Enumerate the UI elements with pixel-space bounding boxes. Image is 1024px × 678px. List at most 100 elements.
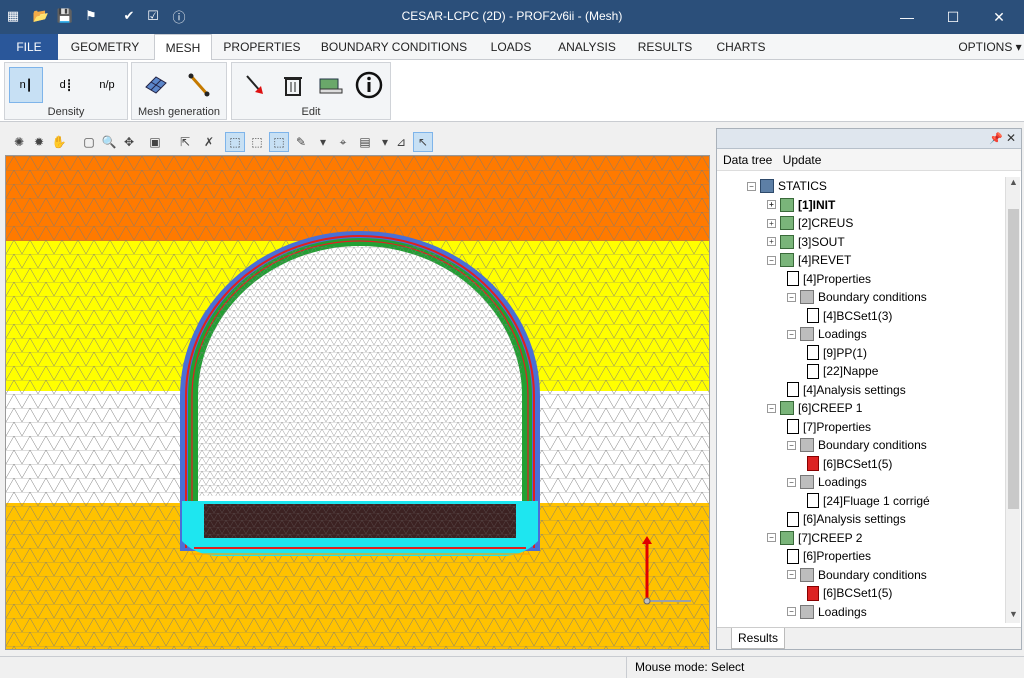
maximize-button[interactable]: ☐	[930, 4, 976, 30]
tree-node-label: [4]BCSet1(3)	[823, 308, 893, 323]
close-button[interactable]: ✕	[976, 4, 1022, 30]
light2-icon[interactable]: ✹	[29, 132, 49, 152]
tab-geometry[interactable]: GEOMETRY	[62, 34, 148, 60]
light-icon[interactable]: ✺	[9, 132, 29, 152]
minimize-button[interactable]: —	[884, 4, 930, 30]
tree-node[interactable]: − Loadings	[787, 325, 867, 343]
pan-icon[interactable]: ✥	[119, 132, 139, 152]
select3-icon[interactable]: ⬚	[269, 132, 289, 152]
pin-icon[interactable]: 📌	[989, 132, 1003, 145]
tree-node[interactable]: [4]Analysis settings	[787, 381, 906, 399]
tree-node[interactable]: − Boundary conditions	[787, 566, 927, 584]
tree-node[interactable]: + [3]SOUT	[767, 233, 845, 251]
tab-results-panel[interactable]: Results	[731, 628, 786, 649]
tab-mesh[interactable]: MESH	[154, 34, 212, 61]
tree-node[interactable]: − [4]REVET	[767, 251, 851, 269]
density-d-label: d	[59, 79, 66, 91]
hand-icon[interactable]: ✋	[49, 132, 69, 152]
data-tree-panel: 📌 ✕ Data tree Update − STATICS + [1]INIT + [2…	[716, 128, 1022, 650]
info-circle-icon[interactable]	[352, 67, 386, 103]
magic-icon[interactable]: ✎	[291, 132, 311, 152]
expander-icon[interactable]: −	[787, 329, 796, 339]
options-menu[interactable]: OPTIONS ▾	[956, 34, 1024, 60]
density-np-label: n/p	[99, 79, 115, 91]
tree-node[interactable]: [6]Analysis settings	[787, 510, 906, 528]
tab-file[interactable]: FILE	[0, 34, 58, 60]
doc-icon	[807, 622, 819, 623]
scroll-up-icon[interactable]: ▲	[1006, 177, 1021, 191]
zoom-icon[interactable]: 🔍	[99, 132, 119, 152]
tree-scrollbar[interactable]: ▲ ▼	[1005, 177, 1020, 623]
mesh-line-icon[interactable]	[182, 67, 216, 103]
delete-icon[interactable]	[276, 67, 310, 103]
camera-icon[interactable]: ▣	[145, 132, 165, 152]
mesh-canvas[interactable]	[5, 155, 710, 650]
tree-node[interactable]: [22]Nappe	[807, 362, 878, 380]
dropdown-icon[interactable]: ▾	[313, 132, 333, 152]
scroll-down-icon[interactable]: ▼	[1006, 609, 1021, 623]
tree-node-label: [6]CREEP 1	[798, 401, 863, 415]
tree-node[interactable]: [6]Properties	[787, 547, 871, 565]
tree-node-label: [24]Fluage 1 corrigé	[823, 493, 930, 508]
select-icon[interactable]: ⬚	[225, 132, 245, 152]
expander-icon[interactable]: +	[767, 218, 776, 228]
graph-icon[interactable]: ⊿	[391, 132, 411, 152]
tree-node[interactable]: [6]BCSet1(5)	[807, 584, 892, 602]
expander-icon[interactable]: +	[767, 200, 776, 209]
update-menu[interactable]: Update	[783, 153, 822, 167]
expander-icon[interactable]: −	[787, 292, 796, 302]
density-np-button[interactable]: n/p	[89, 67, 125, 103]
tab-charts[interactable]: CHARTS	[708, 34, 774, 60]
tree-node[interactable]: [4]Properties	[787, 270, 871, 288]
palette-icon[interactable]: ▤	[355, 132, 375, 152]
tree-node[interactable]: [24]Fluage 1 corrigé	[807, 492, 930, 510]
tree-node[interactable]: − [7]CREEP 2	[767, 529, 862, 547]
expander-icon[interactable]: −	[787, 477, 796, 487]
tree-node[interactable]: − STATICS	[747, 177, 827, 195]
density-d-button[interactable]: d ┋	[49, 67, 83, 103]
expander-icon[interactable]: −	[747, 181, 756, 191]
tree-node[interactable]: + [2]CREUS	[767, 214, 853, 232]
data-tree[interactable]: − STATICS + [1]INIT + [2]CREUS + [3]SOUT − [4]REV…	[723, 177, 1005, 623]
tree-node[interactable]: [6]BCSet1(5)	[807, 455, 892, 473]
tab-results[interactable]: RESULTS	[632, 34, 698, 60]
expander-icon[interactable]: −	[767, 255, 776, 265]
tree-node-label: [6]Analysis settings	[803, 512, 906, 526]
zoom-box-icon[interactable]: ▢	[79, 132, 99, 152]
expander-icon[interactable]: −	[767, 533, 776, 542]
tab-analysis[interactable]: ANALYSIS	[550, 34, 624, 60]
expander-icon[interactable]: −	[787, 440, 796, 450]
cursor-icon[interactable]: ↖	[413, 132, 433, 152]
expander-icon[interactable]: −	[787, 570, 796, 579]
select2-icon[interactable]: ⬚	[247, 132, 267, 152]
tree-node[interactable]: − [6]CREEP 1	[767, 399, 862, 417]
tree-node[interactable]: − Loadings	[787, 473, 867, 491]
scroll-thumb[interactable]	[1008, 209, 1019, 509]
tree-node[interactable]: − Boundary conditions	[787, 436, 927, 454]
tab-loads[interactable]: LOADS	[482, 34, 540, 60]
tab-boundary-conditions[interactable]: BOUNDARY CONDITIONS	[312, 34, 476, 60]
edit-arrow-icon[interactable]	[238, 67, 272, 103]
tree-node[interactable]: [9]PP(1)	[807, 344, 867, 362]
nodes-icon[interactable]: ⌖	[333, 132, 353, 152]
density-n-button[interactable]: n ┃	[9, 67, 43, 103]
tree-node[interactable]: + [1]INIT	[767, 196, 835, 214]
close-panel-icon[interactable]: ✕	[1006, 131, 1016, 145]
tab-properties[interactable]: PROPERTIES	[220, 34, 304, 60]
tree-node-label: [2]CREUS	[798, 216, 854, 230]
pointer-icon[interactable]: ⇱	[175, 132, 195, 152]
pointer-x-icon[interactable]: ✗	[199, 132, 219, 152]
tree-node[interactable]: − Loadings	[787, 603, 867, 621]
tree-node-label: [7]CREEP 2	[798, 530, 863, 545]
mesh-drawing[interactable]	[6, 156, 710, 650]
tree-node[interactable]: [25]Fluage 2 corrigé	[807, 621, 930, 623]
mesh-grid-icon[interactable]	[138, 67, 172, 103]
expander-icon[interactable]: +	[767, 237, 776, 246]
tree-node[interactable]: − Boundary conditions	[787, 288, 927, 306]
expander-icon[interactable]: −	[787, 607, 796, 616]
measure-icon[interactable]	[314, 67, 348, 103]
expander-icon[interactable]: −	[767, 403, 776, 413]
tree-node[interactable]: [7]Properties	[787, 418, 871, 436]
tree-node[interactable]: [4]BCSet1(3)	[807, 307, 892, 325]
data-tree-menu[interactable]: Data tree	[723, 153, 772, 167]
